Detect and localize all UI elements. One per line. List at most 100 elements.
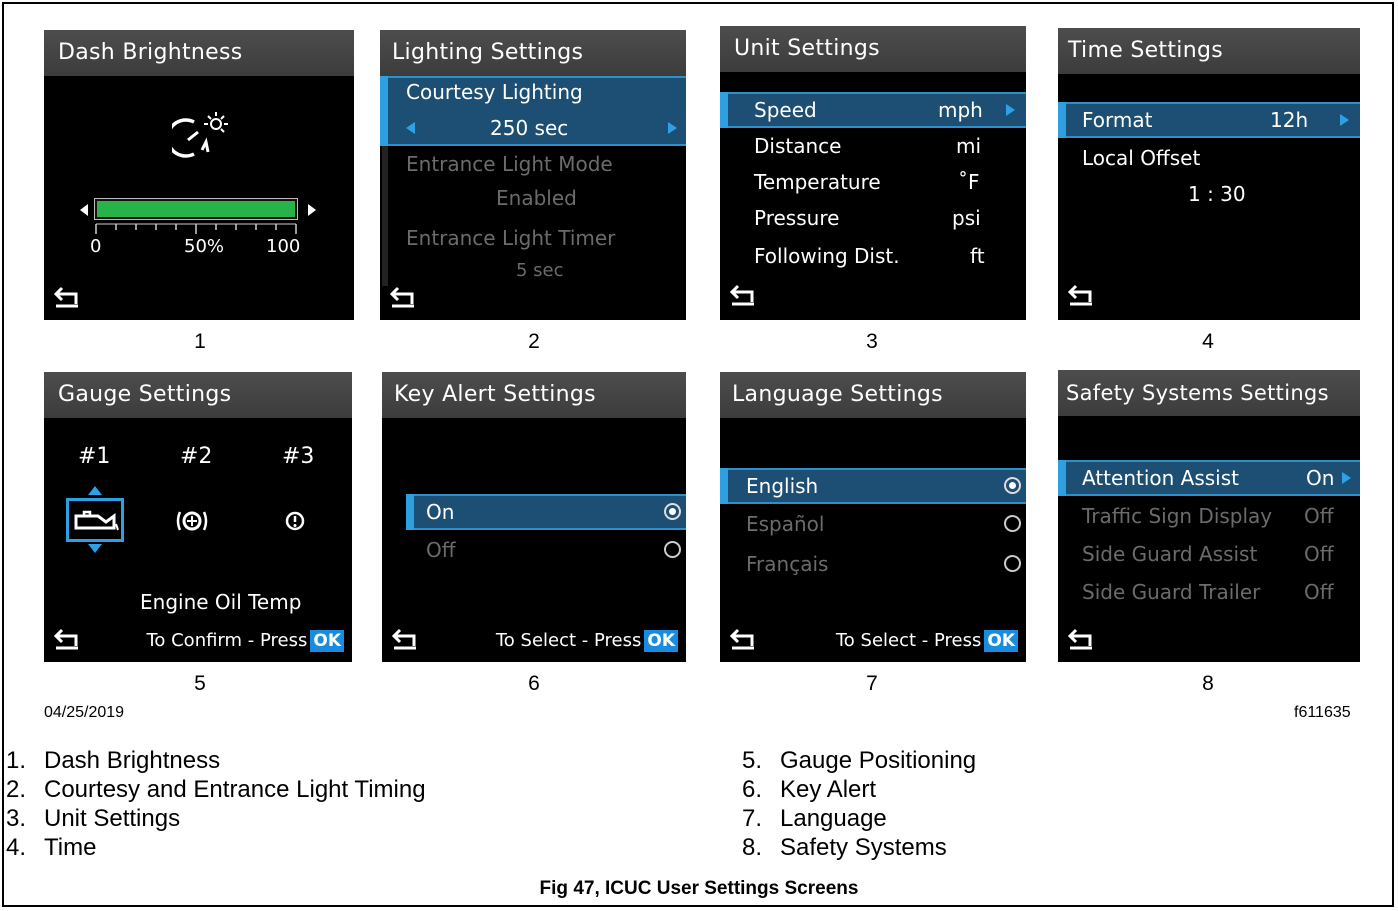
down-arrow-icon[interactable]: [88, 544, 102, 553]
oil-can-icon: [74, 510, 119, 531]
ok-button[interactable]: OK: [644, 630, 678, 652]
item-courtesy-lighting: Courtesy Lighting: [406, 80, 583, 104]
right-arrow-icon[interactable]: [1340, 114, 1349, 126]
brightness-bar-fill: [97, 201, 295, 217]
screen-number: 2: [528, 330, 540, 353]
screen-title: Language Settings: [720, 372, 1026, 418]
safety-value-attention-assist: On: [1306, 466, 1335, 490]
unit-value-distance: mi: [956, 134, 982, 158]
option-on: On: [426, 500, 455, 524]
selection-marker: [1058, 460, 1066, 496]
screen-number: 4: [1202, 330, 1214, 353]
unit-value-speed: mph: [938, 98, 983, 122]
scrollbar[interactable]: [382, 146, 388, 286]
gauge-position-1: #1: [78, 444, 111, 469]
screen-unit-settings: Unit Settings Speed mph Distance mi Temp…: [720, 26, 1026, 320]
select-prompt: To Select - Press OK: [836, 630, 1018, 652]
legend-item: 4. Time: [6, 834, 97, 861]
screen-title: Time Settings: [1058, 28, 1360, 74]
scale-ticks: [95, 223, 297, 234]
figure-date: 04/25/2019: [44, 704, 125, 721]
right-arrow-icon[interactable]: [668, 122, 677, 134]
back-icon[interactable]: [1068, 628, 1094, 650]
right-arrow-icon[interactable]: [308, 204, 316, 216]
brake-warning-icon: [176, 511, 208, 531]
unit-label-pressure: Pressure: [754, 206, 840, 230]
legend-left: 1. Dash Brightness 2. Courtesy and Entranc…: [6, 746, 426, 862]
legend-right: 5. Gauge Positioning 6. Key Alert 7. Langua…: [742, 746, 976, 862]
legend-item: 2. Courtesy and Entrance Light Timing: [6, 776, 426, 803]
prompt-text: To Select - Press: [835, 630, 982, 651]
prompt-text: To Confirm - Press: [146, 630, 308, 651]
unit-value-pressure: psi: [952, 206, 981, 230]
unit-label-temperature: Temperature: [754, 170, 881, 194]
item-entrance-light-timer: Entrance Light Timer: [406, 226, 616, 250]
screen-gauge-settings: Gauge Settings #1 #2 #3 Engine Oil Temp …: [44, 372, 352, 662]
legend-item: 1. Dash Brightness: [6, 747, 221, 774]
screen-number: 6: [528, 672, 540, 695]
up-arrow-icon[interactable]: [88, 486, 102, 495]
option-off: Off: [426, 538, 456, 562]
screen-lighting-settings: Lighting Settings Courtesy Lighting 250 …: [380, 30, 686, 320]
value-entrance-light-timer: 5 sec: [516, 260, 564, 281]
figure-id: f611635: [1294, 704, 1351, 721]
screen-title: Lighting Settings: [380, 30, 686, 76]
option-espanol: Español: [746, 512, 825, 536]
unit-value-temperature: ˚F: [958, 170, 980, 194]
option-english: English: [746, 474, 819, 498]
format-value: 12h: [1270, 108, 1309, 132]
right-arrow-icon[interactable]: [1006, 104, 1015, 116]
gauge-position-2: #2: [180, 444, 213, 469]
safety-value-side-guard-trailer: Off: [1304, 580, 1334, 604]
brightness-bar[interactable]: [94, 198, 298, 220]
back-icon[interactable]: [730, 628, 756, 650]
item-entrance-light-mode: Entrance Light Mode: [406, 152, 613, 176]
back-icon[interactable]: [54, 628, 80, 650]
selection-marker: [1058, 102, 1066, 138]
back-icon[interactable]: [54, 286, 80, 308]
radio-francais[interactable]: [1004, 555, 1021, 572]
screen-time-settings: Time Settings Format 12h Local Offset 1 …: [1058, 28, 1360, 320]
pressure-gauge-icon: [285, 511, 305, 531]
unit-label-speed: Speed: [754, 98, 817, 122]
screen-number: 1: [194, 330, 206, 353]
screen-title: Key Alert Settings: [382, 372, 686, 418]
ok-button[interactable]: OK: [984, 630, 1018, 652]
brightness-gauge-icon: [172, 112, 228, 158]
back-icon[interactable]: [392, 628, 418, 650]
back-icon[interactable]: [730, 284, 756, 306]
ok-button[interactable]: OK: [310, 630, 344, 652]
radio-off[interactable]: [664, 541, 681, 558]
confirm-prompt: To Confirm - Press OK: [146, 630, 344, 652]
left-arrow-icon[interactable]: [80, 204, 88, 216]
back-icon[interactable]: [390, 286, 416, 308]
legend-item: 3. Unit Settings: [6, 805, 181, 832]
screen-number: 3: [866, 330, 878, 353]
selection-marker: [720, 92, 728, 128]
back-icon[interactable]: [1068, 284, 1094, 306]
safety-label-side-guard-trailer: Side Guard Trailer: [1082, 580, 1261, 604]
unit-label-distance: Distance: [754, 134, 842, 158]
screen-title: Safety Systems Settings: [1058, 370, 1360, 416]
screen-dash-brightness: Dash Brightness 0 50% 100: [44, 30, 354, 320]
screen-number: 5: [194, 672, 206, 695]
unit-value-following-dist: ft: [970, 244, 985, 268]
right-arrow-icon[interactable]: [1342, 472, 1351, 484]
screen-language-settings: Language Settings English Español França…: [720, 372, 1026, 662]
option-francais: Français: [746, 552, 829, 576]
radio-english[interactable]: [1004, 477, 1021, 494]
value-entrance-light-mode: Enabled: [496, 186, 577, 210]
safety-label-side-guard-assist: Side Guard Assist: [1082, 542, 1258, 566]
value-courtesy-lighting: 250 sec: [490, 116, 569, 140]
safety-label-traffic-sign-display: Traffic Sign Display: [1082, 504, 1273, 528]
radio-on[interactable]: [664, 503, 681, 520]
safety-label-attention-assist: Attention Assist: [1082, 466, 1240, 490]
screen-number: 7: [866, 672, 878, 695]
selection-marker: [380, 76, 388, 146]
radio-espanol[interactable]: [1004, 515, 1021, 532]
selection-marker: [406, 494, 414, 530]
figure-caption: Fig 47, ICUC User Settings Screens: [539, 878, 859, 899]
left-arrow-icon[interactable]: [406, 122, 415, 134]
safety-value-side-guard-assist: Off: [1304, 542, 1334, 566]
select-prompt: To Select - Press OK: [496, 630, 678, 652]
